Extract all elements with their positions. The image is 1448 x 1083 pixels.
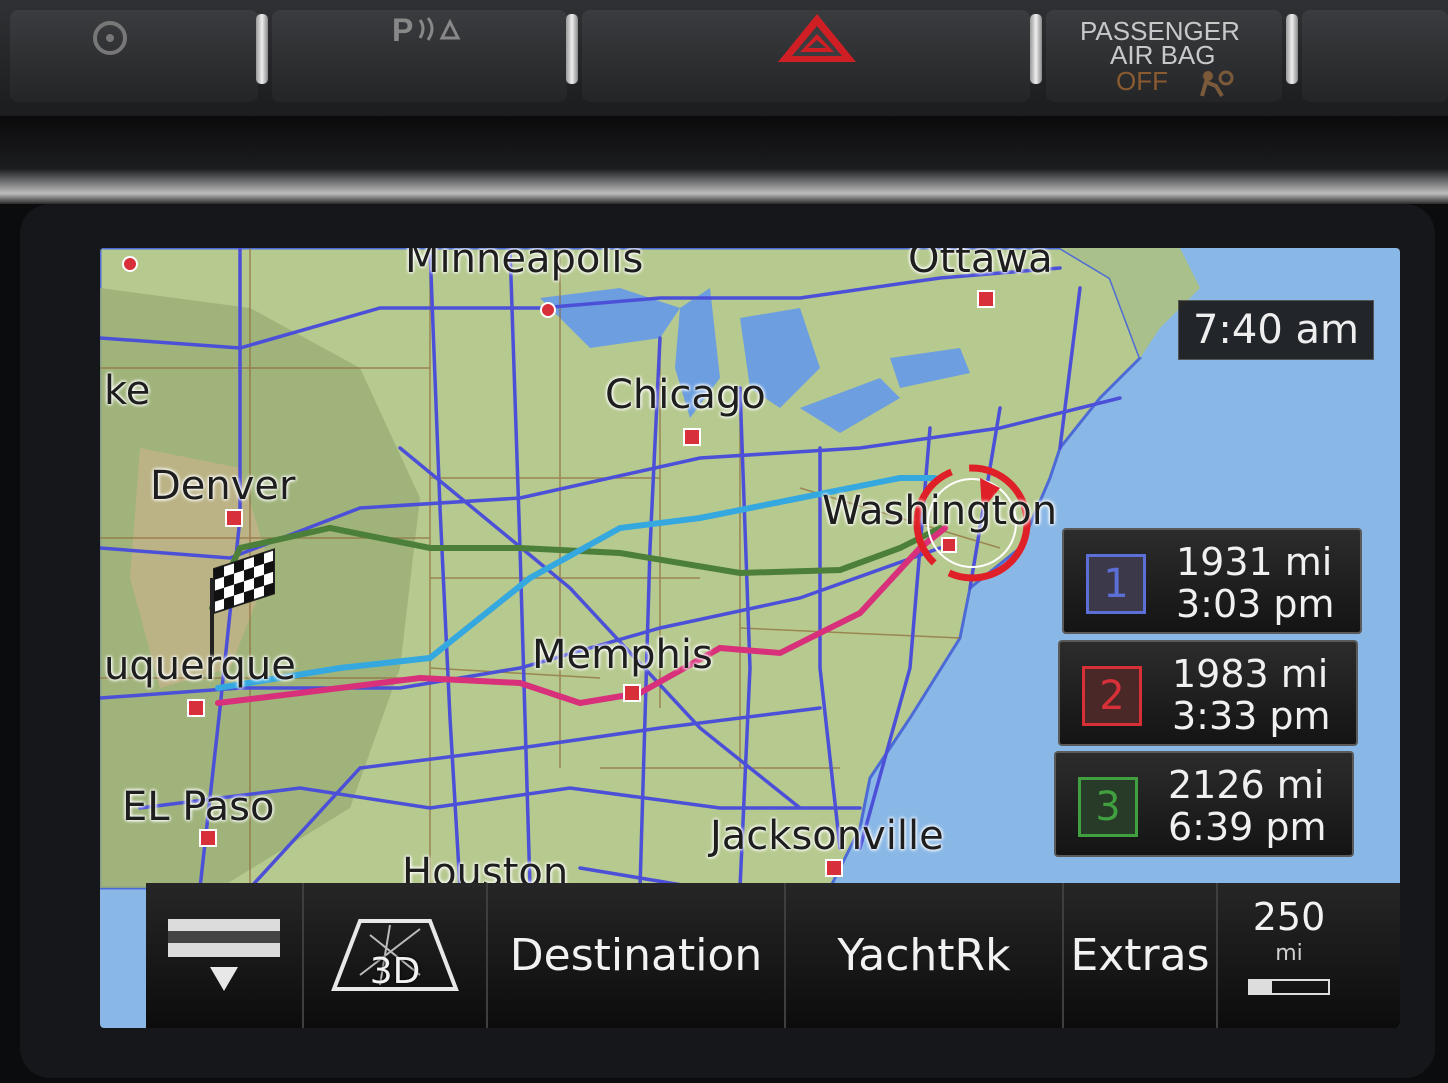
trim-strip xyxy=(0,116,1448,204)
scale-bar-fill xyxy=(1250,981,1272,993)
route-number-badge: 1 xyxy=(1086,554,1146,614)
bottom-toolbar: 3D Destination YachtRk Extras 250 mi xyxy=(146,883,1400,1028)
airbag-status: OFF xyxy=(1116,66,1168,96)
view-3d-label: 3D xyxy=(369,951,421,992)
park-assist-button[interactable]: P xyxy=(272,10,567,102)
route-number-badge: 3 xyxy=(1078,777,1138,837)
route-distance: 1983 mi xyxy=(1172,652,1329,696)
extras-button[interactable]: Extras xyxy=(1064,883,1218,1028)
scale-value: 250 xyxy=(1252,895,1326,939)
city-label-minneapolis: Minneapolis xyxy=(405,248,644,282)
route-number-badge: 2 xyxy=(1082,666,1142,726)
scale-bar xyxy=(1248,979,1330,995)
hazard-icon xyxy=(778,14,856,62)
clock-display: 7:40 am xyxy=(1178,300,1374,360)
steering-wheel-icon xyxy=(93,21,127,55)
scale-unit: mi xyxy=(1275,941,1303,966)
route-option-3[interactable]: 3 2126 mi 6:39 pm xyxy=(1054,751,1354,857)
hazard-button[interactable] xyxy=(582,10,1030,102)
route-option-2[interactable]: 2 1983 mi 3:33 pm xyxy=(1058,640,1358,746)
map-menu-button[interactable] xyxy=(146,883,304,1028)
route-eta: 6:39 pm xyxy=(1168,805,1327,849)
route-option-1[interactable]: 1 1931 mi 3:03 pm xyxy=(1062,528,1362,634)
dashboard-panel: P PASSENGER AIR BAG OFF xyxy=(0,0,1448,118)
park-assist-label: P xyxy=(392,12,414,48)
divider xyxy=(256,14,268,84)
city-label-memphis: Memphis xyxy=(532,632,713,678)
route-eta: 3:33 pm xyxy=(1172,694,1331,738)
dash-blank-button[interactable] xyxy=(1302,10,1448,102)
map-scale-button[interactable]: 250 mi xyxy=(1218,883,1360,1028)
route-distance: 2126 mi xyxy=(1168,763,1325,807)
nav-screen: Minneapolis Ottawa ke Chicago Denver Was… xyxy=(100,248,1400,1028)
city-label-jacksonville: Jacksonville xyxy=(710,813,944,859)
route-eta: 3:03 pm xyxy=(1176,582,1335,626)
yachtrk-button[interactable]: YachtRk xyxy=(786,883,1064,1028)
airbag-passenger-icon xyxy=(1200,70,1234,98)
city-label-washington: Washington xyxy=(822,488,1058,534)
city-label-el-paso: EL Paso xyxy=(122,784,275,830)
steering-button[interactable] xyxy=(10,10,258,102)
divider xyxy=(1030,14,1042,84)
route-distance: 1931 mi xyxy=(1176,540,1333,584)
city-label-chicago: Chicago xyxy=(605,372,766,418)
destination-button[interactable]: Destination xyxy=(488,883,786,1028)
city-label-ke: ke xyxy=(104,368,151,414)
park-sensor-icon xyxy=(418,17,461,41)
city-label-ottawa: Ottawa xyxy=(908,248,1053,282)
view-3d-button[interactable]: 3D xyxy=(304,883,488,1028)
divider xyxy=(566,14,578,84)
city-label-denver: Denver xyxy=(150,463,296,509)
airbag-indicator: PASSENGER AIR BAG OFF xyxy=(1046,10,1282,102)
map-layout-icon xyxy=(168,918,280,991)
city-label-albuquerque: uquerque xyxy=(104,643,296,689)
divider xyxy=(1286,14,1298,84)
